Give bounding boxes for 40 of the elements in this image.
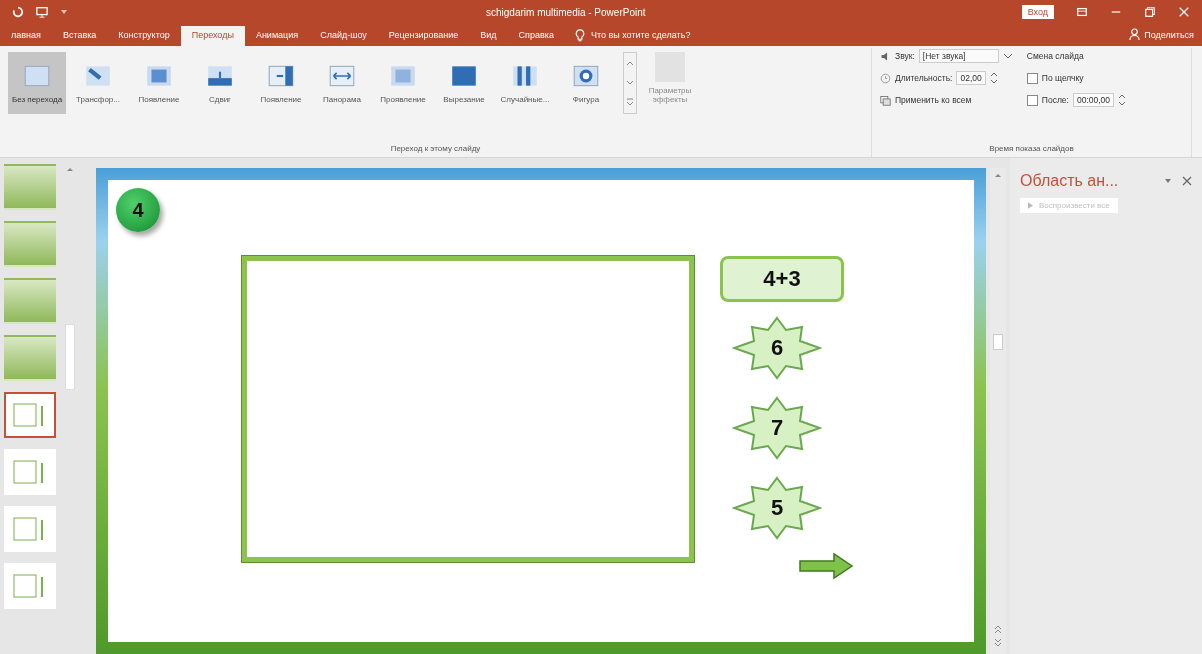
ribbon-tab[interactable]: Вид <box>469 26 508 46</box>
star-answer[interactable]: 6 <box>732 316 822 380</box>
ribbon-tab[interactable]: Анимация <box>244 26 310 46</box>
on-click-label: По щелчку <box>1041 73 1084 83</box>
after-label: После: <box>1041 95 1069 105</box>
tell-me-search[interactable]: Что вы хотите сделать? <box>590 30 691 46</box>
group-label: Переход к этому слайду <box>389 144 482 155</box>
star-answer[interactable]: 7 <box>732 396 822 460</box>
window-title: schigdarim multimedia - PowerPoint <box>485 6 647 18</box>
star-answer[interactable]: 5 <box>732 476 822 540</box>
share-button[interactable]: Поделиться <box>1121 28 1202 46</box>
ribbon-tab[interactable]: Вставка <box>51 26 108 46</box>
transition-button[interactable]: Случайные... <box>496 52 554 114</box>
transition-button[interactable]: Проявление <box>374 52 432 114</box>
transition-button[interactable]: Вырезание <box>435 52 493 114</box>
slide-number-circle: 4 <box>116 188 160 232</box>
ribbon-tab[interactable]: лавная <box>0 26 52 46</box>
duration-label: Длительность: <box>895 73 953 83</box>
transition-button[interactable]: Сдвиг <box>191 52 249 114</box>
transition-button[interactable]: Появление <box>130 52 188 114</box>
ribbon-tab[interactable]: Конструктор <box>107 26 181 46</box>
transition-button[interactable]: Панорама <box>313 52 371 114</box>
transition-button[interactable]: Без перехода <box>8 52 66 114</box>
expression-label: 4+3 <box>720 256 844 302</box>
sound-label: Звук: <box>895 51 915 61</box>
apply-to-all-button[interactable]: Применить ко всем <box>895 95 972 105</box>
ribbon-tab[interactable]: Рецензирование <box>377 26 470 46</box>
duration-field[interactable]: 02,00 <box>956 71 986 85</box>
transition-button[interactable]: Фигура <box>557 52 615 114</box>
transition-button[interactable]: Трансфор... <box>69 52 127 114</box>
sign-in-button[interactable]: Вход <box>1021 5 1054 19</box>
ribbon-tab[interactable]: Слайд-шоу <box>309 26 378 46</box>
ribbon-tab[interactable]: Переходы <box>180 26 245 46</box>
group-label: Время показа слайдов <box>988 144 1075 155</box>
sound-dropdown[interactable]: [Нет звука] <box>918 49 999 63</box>
advance-slide-label: Смена слайда <box>1026 51 1084 61</box>
ribbon-tab[interactable]: Справка <box>507 26 565 46</box>
transition-button[interactable]: Появление <box>252 52 310 114</box>
pane-title: Область ан... <box>1020 172 1120 190</box>
after-time-field[interactable]: 00:00,00 <box>1072 93 1115 107</box>
